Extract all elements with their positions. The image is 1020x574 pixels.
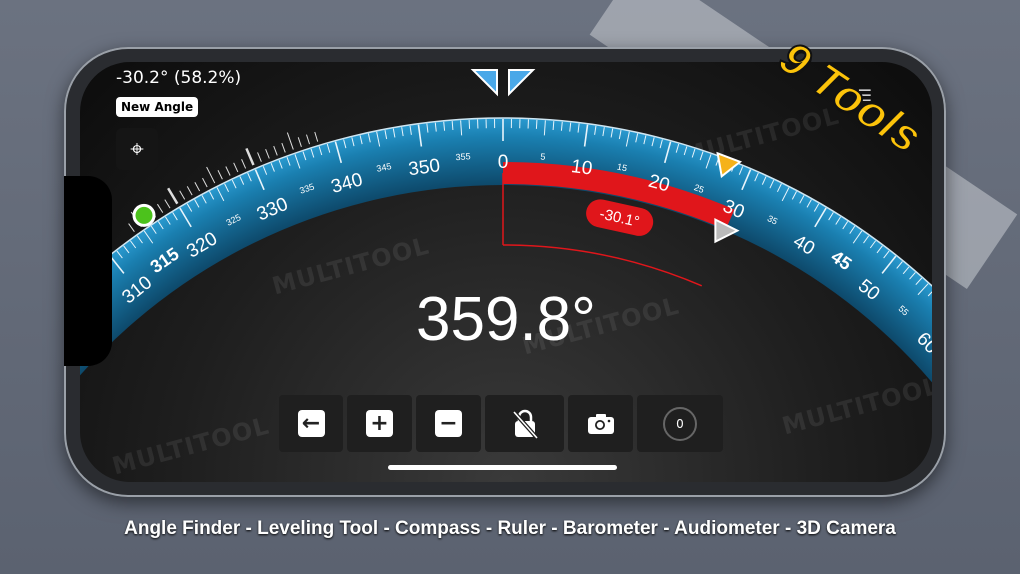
unlock-icon xyxy=(512,409,538,439)
new-angle-button[interactable]: New Angle xyxy=(116,97,199,117)
outer-tick xyxy=(167,187,179,205)
camera-icon xyxy=(587,413,614,434)
toolbar: ← + − 0 xyxy=(279,395,723,452)
crosshair-icon: ⌖ xyxy=(130,135,144,163)
delta-badge: -30.1° xyxy=(586,199,654,236)
outer-tick xyxy=(128,223,135,232)
dial-label: 5 xyxy=(540,152,546,162)
outer-tick xyxy=(194,181,201,192)
camera-button[interactable] xyxy=(568,395,633,452)
dial-label: 15 xyxy=(616,162,628,174)
dial-label: 10 xyxy=(570,156,594,180)
outer-tick xyxy=(202,177,208,188)
outer-tick xyxy=(225,166,231,176)
calibrate-button[interactable]: ⌖ xyxy=(116,128,158,170)
measured-guide xyxy=(502,244,703,287)
outer-tick xyxy=(281,142,286,153)
dial-label: 355 xyxy=(455,151,471,162)
back-button[interactable]: ← xyxy=(279,395,343,452)
outer-tick xyxy=(286,132,294,150)
home-indicator[interactable] xyxy=(388,465,617,470)
green-marker xyxy=(132,203,156,227)
plus-icon: + xyxy=(366,410,393,437)
main-angle-value: 359.8° xyxy=(416,285,596,354)
phone-notch xyxy=(64,176,112,366)
outer-tick xyxy=(157,203,164,213)
outer-tick xyxy=(179,190,186,200)
outer-tick xyxy=(297,137,302,147)
counter-icon: 0 xyxy=(663,406,697,441)
dial-label: 350 xyxy=(407,155,441,180)
lock-button[interactable] xyxy=(485,395,564,452)
outer-tick xyxy=(217,170,223,180)
reference-marker-left xyxy=(470,69,498,97)
counter-button[interactable]: 0 xyxy=(637,395,723,452)
outer-tick xyxy=(206,166,216,184)
dial-label: 0 xyxy=(498,152,509,173)
outer-tick xyxy=(265,149,270,159)
minus-button[interactable]: − xyxy=(416,395,481,452)
outer-tick xyxy=(306,134,311,145)
feature-caption: Angle Finder - Leveling Tool - Compass -… xyxy=(124,518,896,539)
outer-tick xyxy=(241,159,247,169)
outer-tick xyxy=(257,152,262,162)
outer-tick xyxy=(314,131,319,142)
outer-tick xyxy=(164,199,171,209)
plus-button[interactable]: + xyxy=(347,395,412,452)
outer-tick xyxy=(233,162,239,173)
arrow-left-icon: ← xyxy=(297,410,325,437)
outer-tick xyxy=(245,147,255,166)
outer-tick xyxy=(186,186,193,196)
outer-tick xyxy=(273,145,278,156)
minus-icon: − xyxy=(435,410,462,437)
app-screen: MULTITOOL MULTITOOL MULTITOOL MULTITOOL … xyxy=(80,62,932,482)
angle-readout: -30.2° (58.2%) xyxy=(116,68,242,88)
reference-marker-right xyxy=(508,69,536,97)
